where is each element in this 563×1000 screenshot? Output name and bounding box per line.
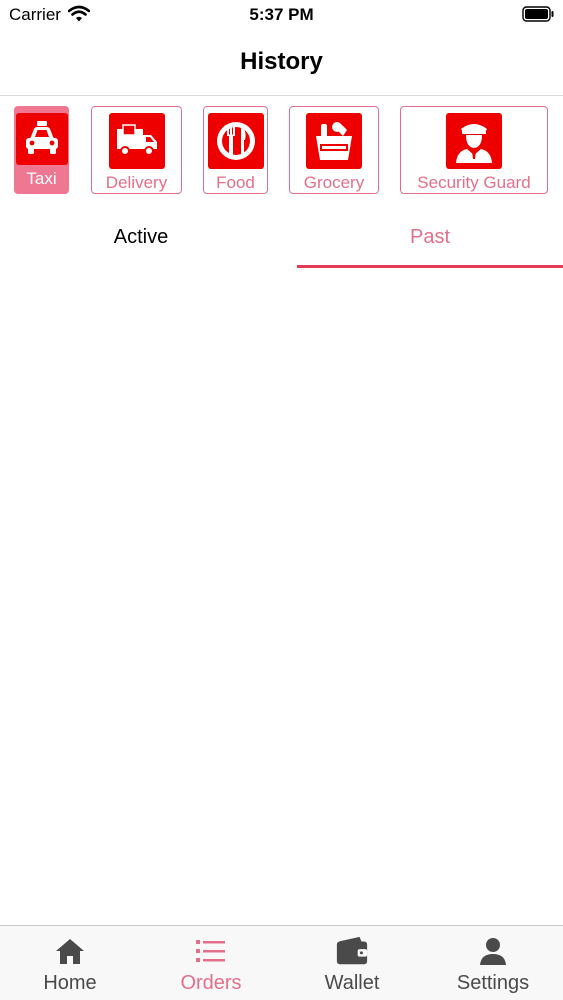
tab-label: Active <box>113 226 169 248</box>
status-time: 5:37 PM <box>249 5 314 24</box>
taxi-icon <box>15 113 68 165</box>
screen: Carrier 5:37 PM History Taxi Delivery Fo… <box>0 0 563 1000</box>
tab-bar-orders[interactable]: Orders <box>141 926 281 1000</box>
history-list[interactable] <box>0 270 563 925</box>
category-delivery[interactable]: Delivery <box>91 106 182 194</box>
category-label: Delivery <box>105 173 168 192</box>
page-title: History <box>240 48 323 75</box>
category-food[interactable]: Food <box>203 106 268 194</box>
category-label: Security Guard <box>417 173 531 192</box>
tab-bar-label: Wallet <box>324 972 380 994</box>
grocery-bag-icon <box>306 113 362 169</box>
delivery-truck-icon <box>108 113 165 169</box>
category-taxi[interactable]: Taxi <box>14 106 69 194</box>
list-icon <box>194 936 228 966</box>
tab-bar-wallet[interactable]: Wallet <box>282 926 422 1000</box>
person-icon <box>476 936 510 966</box>
plate-cutlery-icon <box>207 113 264 169</box>
tab-past[interactable]: Past <box>297 210 563 268</box>
security-guard-icon <box>446 113 502 169</box>
tab-bar-home[interactable]: Home <box>0 926 140 1000</box>
status-bar: Carrier 5:37 PM <box>0 0 563 30</box>
wallet-icon <box>335 936 369 966</box>
category-label: Food <box>216 173 255 192</box>
battery-icon <box>522 6 554 22</box>
tab-label: Past <box>409 226 451 248</box>
tab-bar-label: Orders <box>180 972 242 994</box>
tab-bar-settings[interactable]: Settings <box>423 926 563 1000</box>
tab-bar-label: Home <box>43 972 97 994</box>
nav-header: History <box>0 30 563 96</box>
tab-bar-label: Settings <box>456 972 530 994</box>
category-security-guard[interactable]: Security Guard <box>400 106 548 194</box>
tab-bar: Home Orders Wallet Settings <box>0 925 563 1000</box>
category-label: Grocery <box>303 173 365 192</box>
category-label: Taxi <box>26 169 57 188</box>
home-icon <box>53 936 87 966</box>
category-grocery[interactable]: Grocery <box>289 106 379 194</box>
tab-active[interactable]: Active <box>0 210 282 268</box>
